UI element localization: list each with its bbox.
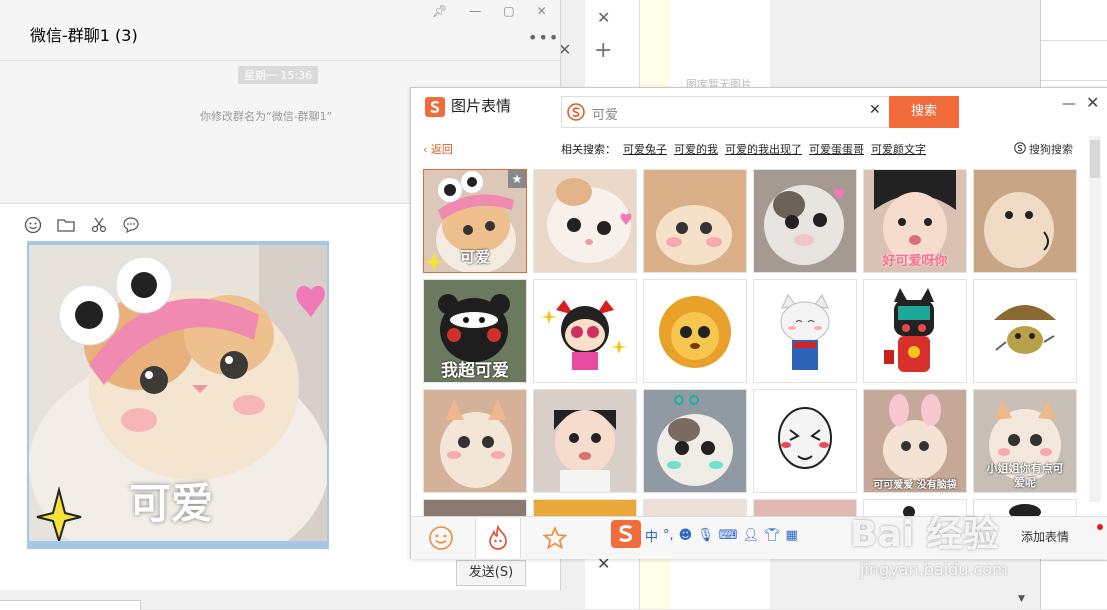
sticker-cell[interactable] (753, 499, 857, 517)
folder-icon[interactable] (56, 216, 76, 234)
chat-title: 微信-群聊1 (3) (30, 26, 138, 45)
related-link[interactable]: 可爱的我出现了 (725, 143, 802, 156)
sticker-cell[interactable] (643, 389, 747, 493)
sticker-cell[interactable]: 小姐姐你有点可爱呢 (973, 389, 1077, 493)
sticker-grid: ★ 可爱 好可爱呀你 我超可爱 可可爱爱 没有脑袋 小姐姐你有点可爱呢 (423, 169, 1079, 517)
sogou-icon (1014, 141, 1026, 157)
panel-title: 图片表情 (451, 97, 512, 115)
chevron-left-icon: ‹ (423, 143, 431, 156)
ime-grid-icon[interactable]: ▦ (786, 528, 798, 543)
ime-emoji-icon[interactable]: ☻ (679, 528, 693, 543)
scissors-icon[interactable] (90, 216, 108, 234)
ime-user-icon[interactable]: 👤︎ (743, 528, 760, 543)
scrollbar-thumb[interactable] (1090, 140, 1100, 178)
emoji-icon[interactable] (24, 216, 42, 234)
sticker-caption: 好可爱呀你 (882, 254, 948, 269)
star-tab-icon[interactable] (533, 518, 577, 558)
sticker-search-box[interactable]: ✕ (561, 96, 891, 128)
maximize-icon[interactable]: ▢ (503, 4, 514, 18)
timestamp: 星期一 15:36 (238, 66, 319, 84)
ime-skin-icon[interactable]: 👕︎ (764, 528, 781, 543)
related-link[interactable]: 可爱蛋蛋哥 (809, 143, 864, 156)
sticker-panel: 图片表情 ✕ 搜索 — ✕ ‹ 返回 相关搜索：可爱兔子可爱的我可爱的我出现了可… (410, 87, 1107, 559)
watermark-url: jingyan.baidu.com (860, 560, 1008, 579)
sticker-cell[interactable] (643, 499, 747, 517)
sogou-search-icon (567, 103, 585, 121)
sticker-caption: 可可爱爱 没有脑袋 (873, 480, 957, 491)
sogou-logo-icon (425, 97, 445, 117)
related-link[interactable]: 可爱兔子 (623, 143, 667, 156)
clear-icon[interactable]: ✕ (869, 102, 881, 118)
sticker-caption: 小姐姐你有点可爱呢 (986, 462, 1064, 489)
sticker-cell[interactable]: ★ 可爱 (423, 169, 527, 273)
hot-tab-icon[interactable] (475, 518, 521, 558)
sticker-cell[interactable]: 可可爱爱 没有脑袋 (863, 389, 967, 493)
sticker-cell[interactable] (423, 499, 527, 517)
watermark-logo: Bai 经验 (850, 514, 999, 555)
sticker-cell[interactable] (533, 389, 637, 493)
back-link[interactable]: ‹ 返回 (423, 141, 453, 157)
more-icon[interactable]: ••• (528, 28, 559, 47)
sticker-caption: 可爱 (459, 248, 490, 266)
plus-icon[interactable]: + (594, 38, 612, 63)
divider (0, 60, 560, 61)
chat-bubble-icon[interactable] (122, 216, 140, 234)
window-controls: 📌︎ — ▢ ✕ (432, 4, 547, 18)
ime-buttons: 中 °, ☻ 🎙︎ ⌨ 👤︎ 👕︎ ▦ (645, 526, 798, 545)
sticker-cell[interactable]: 好可爱呀你 (863, 169, 967, 273)
system-message: 你修改群名为“微信-群聊1” (200, 110, 333, 123)
scroll-down-arrow-icon[interactable]: ▼ (1018, 594, 1025, 604)
pasted-sticker-image[interactable]: 可爱 (29, 245, 327, 541)
search-button[interactable]: 搜索 (889, 96, 959, 128)
sticker-cell[interactable] (753, 169, 857, 273)
sticker-caption: 我超可爱 (441, 361, 509, 381)
sticker-cell[interactable] (643, 279, 747, 383)
ime-chinese-toggle[interactable]: 中 (645, 526, 658, 545)
close-icon[interactable]: ✕ (537, 4, 547, 18)
sticker-cell[interactable] (533, 279, 637, 383)
sticker-cell[interactable] (533, 499, 637, 517)
send-button[interactable]: 发送(S) (456, 560, 526, 586)
sticker-cell[interactable] (753, 279, 857, 383)
sogou-ime-logo-icon[interactable] (611, 519, 641, 551)
close-icon[interactable]: ✕ (597, 8, 610, 27)
sticker-cell[interactable] (643, 169, 747, 273)
input-toolbar (24, 216, 140, 234)
related-searches: 相关搜索： 可爱兔子 可爱的我 可爱的我出现了 可爱蛋蛋哥 可爱颜文字 (561, 141, 926, 157)
smile-tab-icon[interactable] (419, 518, 463, 558)
add-sticker-button[interactable]: 添加表情 (1021, 528, 1069, 545)
sticker-cell[interactable] (863, 279, 967, 383)
favorite-star-icon[interactable]: ★ (508, 170, 526, 188)
ime-keyboard-icon[interactable]: ⌨ (719, 528, 738, 543)
ime-mic-icon[interactable]: 🎙︎ (697, 528, 714, 543)
sticker-cell[interactable] (423, 389, 527, 493)
minimize-icon[interactable]: — (469, 4, 481, 18)
related-link[interactable]: 可爱的我 (674, 143, 718, 156)
related-label: 相关搜索： (561, 143, 616, 156)
notification-dot (1097, 524, 1103, 530)
input-method-bar: 中 °, ☻ 🎙︎ ⌨ 👤︎ 👕︎ ▦ (611, 519, 841, 551)
sticker-search-input[interactable] (590, 101, 864, 125)
related-link[interactable]: 可爱颜文字 (871, 143, 926, 156)
sticker-cell[interactable] (973, 169, 1077, 273)
pin-icon[interactable]: 📌︎ (432, 4, 447, 18)
minimize-icon[interactable]: — (1062, 96, 1076, 112)
sogou-search-link[interactable]: 搜狗搜索 (1014, 141, 1073, 157)
sticker-cell[interactable]: 我超可爱 (423, 279, 527, 383)
image-caption: 可爱 (129, 479, 214, 528)
sticker-cell[interactable] (753, 389, 857, 493)
sticker-cell[interactable] (533, 169, 637, 273)
sticker-cell[interactable] (973, 279, 1077, 383)
ime-punctuation-toggle[interactable]: °, (663, 528, 674, 543)
scrollbar-track[interactable] (1089, 136, 1101, 502)
close-icon[interactable]: ✕ (1086, 93, 1099, 112)
